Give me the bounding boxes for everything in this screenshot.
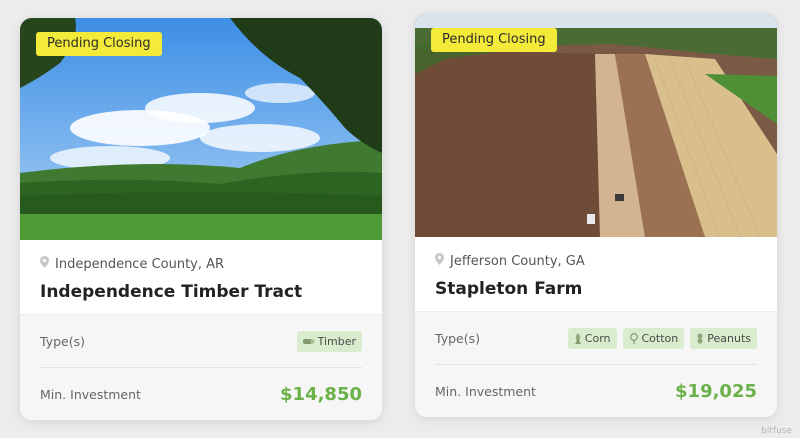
investment-label: Min. Investment bbox=[40, 386, 141, 402]
location-text: Jefferson County, GA bbox=[450, 253, 585, 269]
type-chip: Cotton bbox=[622, 327, 685, 349]
type-chips: Corn Cotton Peanuts bbox=[567, 327, 757, 349]
location-pin-icon bbox=[435, 253, 444, 269]
listing-card[interactable]: Pending Closing Independence County, AR … bbox=[20, 18, 382, 420]
types-row: Type(s) Corn Cotton Peanuts bbox=[435, 312, 757, 364]
listing-photo-farm: Pending Closing bbox=[415, 14, 777, 237]
peanut-icon bbox=[696, 332, 704, 344]
investment-label: Min. Investment bbox=[435, 383, 536, 399]
timber-icon bbox=[302, 336, 315, 346]
status-badge: Pending Closing bbox=[431, 28, 557, 52]
type-chip-label: Cotton bbox=[641, 331, 679, 345]
status-badge: Pending Closing bbox=[36, 32, 162, 56]
type-chip-label: Peanuts bbox=[707, 331, 751, 345]
type-chip: Timber bbox=[296, 330, 362, 352]
type-chip: Peanuts bbox=[690, 327, 757, 349]
listing-details: Type(s) Timber Min. Investment $14,850 bbox=[20, 314, 382, 420]
investment-row: Min. Investment $14,850 bbox=[40, 367, 362, 420]
watermark: bitfuse bbox=[761, 426, 792, 436]
location: Jefferson County, GA bbox=[435, 253, 777, 269]
min-investment-value: $19,025 bbox=[675, 380, 757, 402]
location: Independence County, AR bbox=[40, 256, 382, 272]
type-chip-label: Corn bbox=[584, 331, 611, 345]
corn-icon bbox=[574, 333, 582, 344]
listing-card[interactable]: Pending Closing Jefferson County, GA Sta… bbox=[415, 14, 777, 417]
listing-title[interactable]: Stapleton Farm bbox=[435, 279, 777, 299]
types-row: Type(s) Timber bbox=[40, 315, 362, 367]
type-chip: Corn bbox=[567, 327, 617, 349]
min-investment-value: $14,850 bbox=[280, 383, 362, 405]
listing-title[interactable]: Independence Timber Tract bbox=[40, 282, 382, 302]
listing-photo-timber: Pending Closing bbox=[20, 18, 382, 240]
location-text: Independence County, AR bbox=[55, 256, 225, 272]
type-chip-label: Timber bbox=[317, 334, 356, 348]
types-label: Type(s) bbox=[435, 330, 480, 346]
cotton-icon bbox=[629, 332, 639, 344]
investment-row: Min. Investment $19,025 bbox=[435, 364, 757, 417]
listing-details: Type(s) Corn Cotton Peanuts Min. Investm… bbox=[415, 311, 777, 417]
types-label: Type(s) bbox=[40, 333, 85, 349]
location-pin-icon bbox=[40, 256, 49, 272]
type-chips: Timber bbox=[296, 330, 362, 352]
